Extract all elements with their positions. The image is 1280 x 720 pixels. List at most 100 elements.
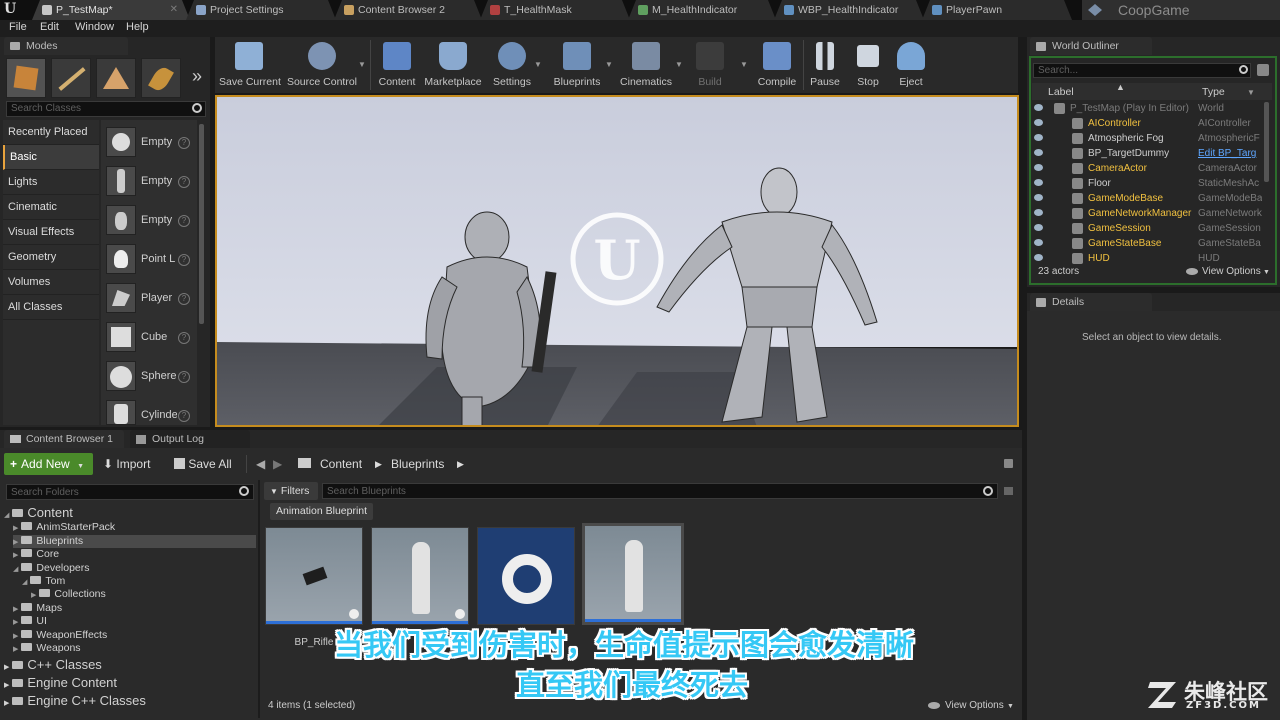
folder-animstarterpack[interactable]: ▶ AnimStarterPack	[13, 521, 256, 534]
asset-character[interactable]	[371, 527, 469, 625]
outliner-row[interactable]: CameraActor CameraActor	[1032, 161, 1262, 176]
folder-blueprints[interactable]: ▶ Blueprints	[13, 534, 256, 548]
breadcrumb-content[interactable]: Content	[320, 453, 362, 475]
class-item-label[interactable]: Point L	[141, 253, 177, 265]
point-light-icon[interactable]	[106, 244, 136, 274]
paint-mode-button[interactable]	[51, 58, 91, 98]
asset-bp-rifle[interactable]	[265, 527, 363, 625]
eye-icon[interactable]	[1034, 179, 1043, 186]
outliner-row[interactable]: HUD HUD	[1032, 251, 1262, 266]
help-icon[interactable]: ?	[178, 215, 190, 227]
outliner-scrollbar[interactable]	[1264, 102, 1269, 182]
folder-tom[interactable]: ◢ Tom	[22, 575, 256, 588]
category-basic[interactable]: Basic	[3, 145, 99, 170]
splitter[interactable]	[258, 480, 260, 718]
compile-button[interactable]: Compile	[756, 40, 798, 92]
category-recently-placed[interactable]: Recently Placed	[3, 120, 99, 145]
close-icon[interactable]: ✕	[170, 0, 178, 20]
source-control-button[interactable]: Source Control	[286, 40, 358, 92]
outliner-row[interactable]: AIController AIController	[1032, 116, 1262, 131]
asset-material[interactable]	[477, 527, 575, 625]
asset-selected-character[interactable]	[582, 523, 684, 625]
class-item-label[interactable]: Cube	[141, 331, 177, 343]
folder-content[interactable]: ◢ Content	[4, 505, 256, 521]
chevron-down-icon[interactable]: ▼	[605, 60, 613, 69]
col-type-header[interactable]: Type	[1202, 86, 1225, 98]
tab-project-settings[interactable]: Project Settings	[186, 0, 336, 20]
folder-core[interactable]: ▶ Core	[13, 548, 256, 561]
folder-engine-content[interactable]: ▶ Engine Content	[4, 675, 117, 690]
settings-button[interactable]: Settings	[492, 40, 532, 92]
outliner-row-type[interactable]: Edit BP_Targ	[1198, 146, 1262, 161]
outliner-row[interactable]: GameNetworkManager GameNetwork	[1032, 206, 1262, 221]
save-all-button[interactable]: Save All	[174, 453, 232, 475]
cinematics-button[interactable]: Cinematics	[619, 40, 673, 92]
outliner-settings-icon[interactable]	[1257, 64, 1269, 76]
menu-help[interactable]: Help	[126, 21, 149, 33]
sort-ascending-icon[interactable]: ▲	[1116, 82, 1125, 92]
tab-modes[interactable]: Modes	[4, 37, 128, 55]
empty-pawn-icon[interactable]	[106, 205, 136, 235]
eye-icon[interactable]	[1034, 224, 1043, 231]
folder-developers[interactable]: ◢ Developers	[13, 562, 256, 575]
cube-icon[interactable]	[106, 322, 136, 352]
tab-output-log[interactable]: Output Log	[130, 430, 250, 448]
marketplace-button[interactable]: Marketplace	[424, 40, 482, 92]
category-cinematic[interactable]: Cinematic	[3, 195, 99, 220]
foliage-mode-button[interactable]	[141, 58, 181, 98]
add-new-button[interactable]: + Add New ▼	[4, 453, 93, 475]
outliner-row[interactable]: P_TestMap (Play In Editor) World	[1032, 101, 1262, 116]
folder-engine-cpp-classes[interactable]: ▶ Engine C++ Classes	[4, 693, 146, 708]
outliner-search-input[interactable]: Search...	[1033, 63, 1251, 78]
help-icon[interactable]: ?	[178, 371, 190, 383]
outliner-row[interactable]: BP_TargetDummy Edit BP_Targ	[1032, 146, 1262, 161]
chevron-down-icon[interactable]: ▼	[534, 60, 542, 69]
folder-collections[interactable]: ▶ Collections	[31, 588, 256, 601]
category-lights[interactable]: Lights	[3, 170, 99, 195]
tab-t-healthmask[interactable]: T_HealthMask	[480, 0, 630, 20]
outliner-row[interactable]: GameStateBase GameStateBa	[1032, 236, 1262, 251]
class-item-label[interactable]: Empty	[141, 136, 177, 148]
empty-actor-icon[interactable]	[106, 127, 136, 157]
search-classes-input[interactable]: Search Classes	[6, 101, 206, 117]
chevron-down-icon[interactable]: ▼	[740, 60, 748, 69]
eye-icon[interactable]	[1034, 254, 1043, 261]
tab-details[interactable]: Details	[1030, 293, 1152, 311]
eye-icon[interactable]	[1034, 119, 1043, 126]
chevron-down-icon[interactable]: ▼	[1247, 88, 1255, 97]
level-viewport[interactable]: U	[215, 95, 1019, 427]
save-current-button[interactable]: Save Current	[219, 40, 281, 92]
help-icon[interactable]: ?	[178, 410, 190, 422]
menu-edit[interactable]: Edit	[40, 21, 59, 33]
category-all-classes[interactable]: All Classes	[3, 295, 99, 320]
place-mode-button[interactable]	[6, 58, 46, 98]
landscape-mode-button[interactable]	[96, 58, 136, 98]
search-folders-input[interactable]: Search Folders	[6, 484, 254, 500]
lock-icon[interactable]	[1004, 459, 1013, 468]
outliner-row[interactable]: Atmospheric Fog AtmosphericF	[1032, 131, 1262, 146]
empty-character-icon[interactable]	[106, 166, 136, 196]
tab-world-outliner[interactable]: World Outliner	[1030, 37, 1152, 55]
save-search-icon[interactable]	[1004, 487, 1013, 495]
content-button[interactable]: Content	[376, 40, 418, 92]
chevron-down-icon[interactable]: ▼	[1263, 269, 1270, 276]
chevron-down-icon[interactable]: ▼	[358, 60, 366, 69]
tab-content-browser-1[interactable]: Content Browser 1	[4, 430, 124, 448]
category-geometry[interactable]: Geometry	[3, 245, 99, 270]
folder-cpp-classes[interactable]: ▶ C++ Classes	[4, 657, 102, 672]
outliner-row[interactable]: GameSession GameSession	[1032, 221, 1262, 236]
tab-p-testmap[interactable]: P_TestMap* ✕	[32, 0, 190, 20]
tab-m-healthindicator[interactable]: M_HealthIndicator	[628, 0, 776, 20]
forward-arrow-icon[interactable]: ▶	[273, 453, 282, 475]
stop-button[interactable]: Stop	[852, 40, 884, 92]
build-button[interactable]: Build	[692, 40, 728, 92]
help-icon[interactable]: ?	[178, 254, 190, 266]
menu-window[interactable]: Window	[75, 21, 114, 33]
class-item-label[interactable]: Empty	[141, 175, 177, 187]
folder-ui[interactable]: ▶ UI	[13, 615, 256, 628]
filters-button[interactable]: ▼ Filters ▼	[264, 482, 318, 515]
search-blueprints-input[interactable]: Search Blueprints	[322, 483, 998, 499]
chevron-down-icon[interactable]: ▼	[1007, 703, 1014, 710]
folder-weaponeffects[interactable]: ▶ WeaponEffects	[13, 629, 256, 642]
sphere-icon[interactable]	[106, 361, 136, 391]
